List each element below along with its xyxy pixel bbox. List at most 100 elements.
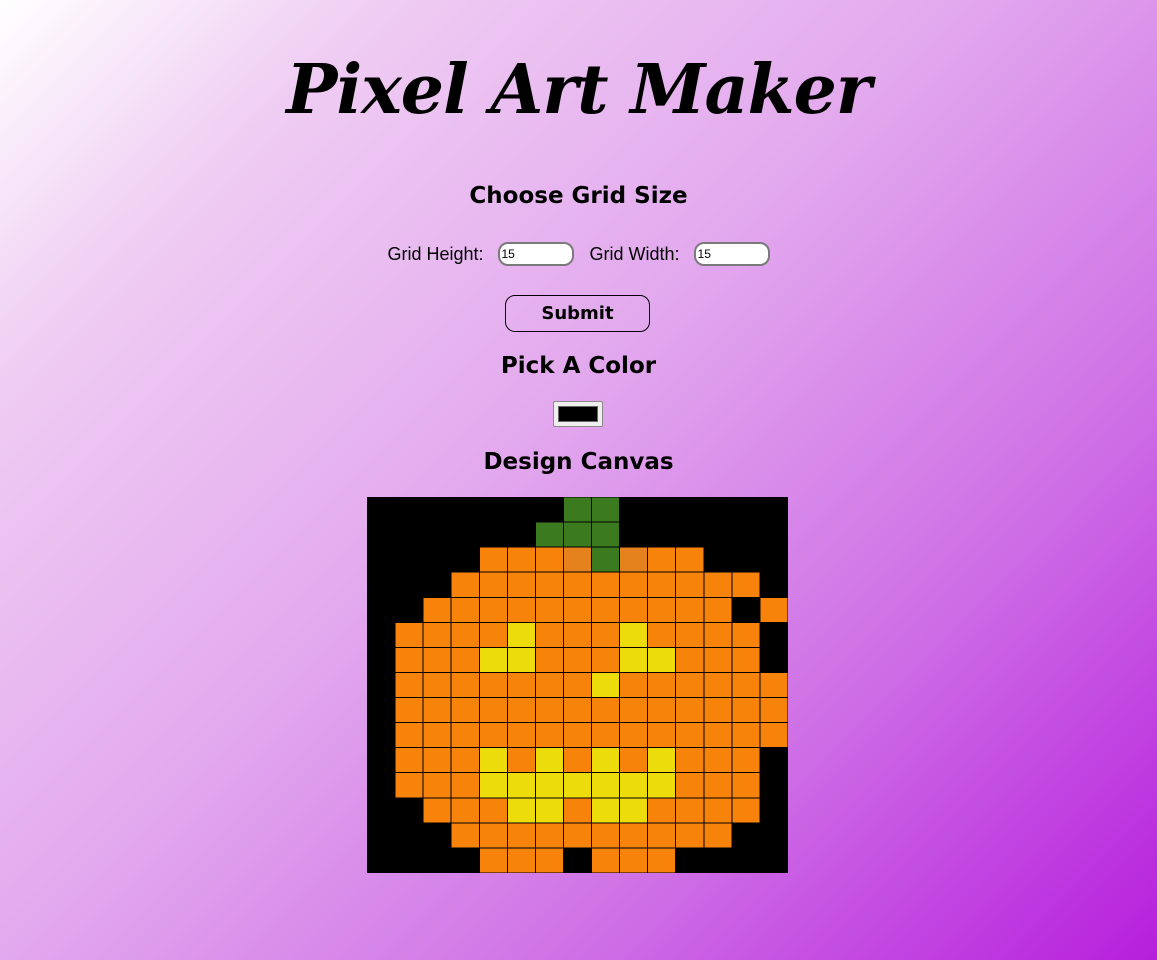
pixel-cell[interactable] [450, 646, 480, 673]
pixel-cell[interactable] [450, 722, 480, 749]
pixel-cell[interactable] [450, 697, 480, 724]
pixel-cell[interactable] [562, 722, 593, 749]
pixel-cell[interactable] [675, 847, 705, 873]
pixel-cell[interactable] [731, 497, 761, 523]
pixel-cell[interactable] [478, 546, 508, 573]
pixel-cell[interactable] [478, 521, 508, 548]
pixel-cell[interactable] [506, 497, 536, 523]
pixel-cell[interactable] [619, 646, 649, 673]
pixel-cell[interactable] [675, 621, 705, 648]
pixel-cell[interactable] [647, 497, 677, 523]
pixel-cell[interactable] [619, 822, 649, 849]
pixel-cell[interactable] [759, 772, 788, 799]
pixel-cell[interactable] [478, 847, 508, 873]
pixel-cell[interactable] [534, 847, 564, 873]
pixel-cell[interactable] [534, 521, 564, 548]
pixel-cell[interactable] [562, 822, 593, 849]
pixel-cell[interactable] [394, 571, 424, 598]
pixel-cell[interactable] [367, 797, 396, 824]
pixel-cell[interactable] [703, 646, 733, 673]
pixel-cell[interactable] [534, 722, 564, 749]
pixel-cell[interactable] [367, 822, 396, 849]
pixel-cell[interactable] [619, 596, 649, 623]
pixel-cell[interactable] [534, 747, 564, 774]
pixel-cell[interactable] [759, 521, 788, 548]
pixel-cell[interactable] [450, 571, 480, 598]
pixel-cell[interactable] [422, 822, 452, 849]
pixel-cell[interactable] [506, 697, 536, 724]
pixel-cell[interactable] [394, 521, 424, 548]
pixel-cell[interactable] [506, 797, 536, 824]
pixel-cell[interactable] [367, 521, 396, 548]
pixel-cell[interactable] [731, 521, 761, 548]
pixel-cell[interactable] [591, 546, 621, 573]
pixel-cell[interactable] [534, 646, 564, 673]
pixel-cell[interactable] [647, 596, 677, 623]
pixel-cell[interactable] [759, 847, 788, 873]
pixel-cell[interactable] [534, 497, 564, 523]
pixel-cell[interactable] [759, 621, 788, 648]
pixel-cell[interactable] [591, 497, 621, 523]
pixel-cell[interactable] [367, 571, 396, 598]
pixel-cell[interactable] [367, 646, 396, 673]
pixel-cell[interactable] [394, 621, 424, 648]
pixel-cell[interactable] [367, 497, 396, 523]
pixel-cell[interactable] [675, 646, 705, 673]
pixel-cell[interactable] [506, 521, 536, 548]
pixel-cell[interactable] [534, 822, 564, 849]
pixel-cell[interactable] [647, 797, 677, 824]
pixel-cell[interactable] [591, 772, 621, 799]
pixel-cell[interactable] [422, 621, 452, 648]
pixel-cell[interactable] [367, 621, 396, 648]
pixel-cell[interactable] [675, 596, 705, 623]
pixel-cell[interactable] [534, 621, 564, 648]
pixel-cell[interactable] [450, 497, 480, 523]
pixel-cell[interactable] [394, 822, 424, 849]
pixel-cell[interactable] [759, 596, 788, 623]
pixel-cell[interactable] [367, 747, 396, 774]
pixel-cell[interactable] [619, 671, 649, 699]
pixel-cell[interactable] [367, 722, 396, 749]
pixel-cell[interactable] [562, 546, 593, 573]
pixel-cell[interactable] [534, 797, 564, 824]
pixel-cell[interactable] [759, 747, 788, 774]
pixel-cell[interactable] [731, 621, 761, 648]
pixel-cell[interactable] [422, 646, 452, 673]
pixel-cell[interactable] [591, 521, 621, 548]
pixel-cell[interactable] [675, 822, 705, 849]
submit-button[interactable]: Submit [505, 295, 650, 332]
pixel-cell[interactable] [394, 646, 424, 673]
pixel-cell[interactable] [534, 596, 564, 623]
pixel-cell[interactable] [591, 621, 621, 648]
pixel-cell[interactable] [759, 671, 788, 699]
pixel-cell[interactable] [731, 772, 761, 799]
pixel-cell[interactable] [450, 671, 480, 699]
pixel-cell[interactable] [478, 722, 508, 749]
pixel-cell[interactable] [422, 546, 452, 573]
design-canvas[interactable] [367, 497, 788, 873]
pixel-cell[interactable] [506, 747, 536, 774]
pixel-cell[interactable] [394, 722, 424, 749]
pixel-cell[interactable] [647, 671, 677, 699]
pixel-cell[interactable] [647, 621, 677, 648]
pixel-cell[interactable] [506, 571, 536, 598]
pixel-cell[interactable] [562, 497, 593, 523]
pixel-cell[interactable] [478, 646, 508, 673]
pixel-cell[interactable] [675, 747, 705, 774]
pixel-cell[interactable] [647, 571, 677, 598]
pixel-cell[interactable] [619, 847, 649, 873]
pixel-cell[interactable] [450, 847, 480, 873]
pixel-cell[interactable] [367, 847, 396, 873]
pixel-cell[interactable] [647, 822, 677, 849]
pixel-cell[interactable] [591, 747, 621, 774]
pixel-cell[interactable] [703, 847, 733, 873]
pixel-cell[interactable] [647, 847, 677, 873]
pixel-cell[interactable] [394, 772, 424, 799]
pixel-cell[interactable] [703, 822, 733, 849]
pixel-cell[interactable] [703, 521, 733, 548]
pixel-cell[interactable] [647, 772, 677, 799]
pixel-cell[interactable] [703, 621, 733, 648]
pixel-cell[interactable] [619, 497, 649, 523]
pixel-cell[interactable] [506, 646, 536, 673]
pixel-cell[interactable] [759, 546, 788, 573]
